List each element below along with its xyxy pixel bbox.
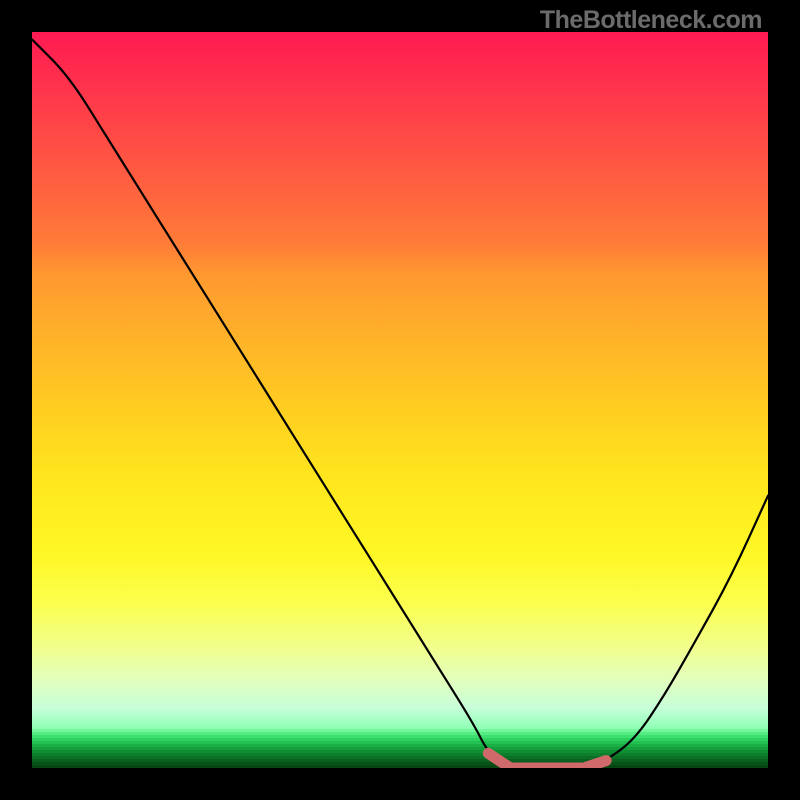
highlight-segment bbox=[32, 32, 768, 768]
chart-frame bbox=[32, 32, 768, 768]
plot-area bbox=[32, 32, 768, 768]
watermark-text: TheBottleneck.com bbox=[540, 6, 762, 35]
